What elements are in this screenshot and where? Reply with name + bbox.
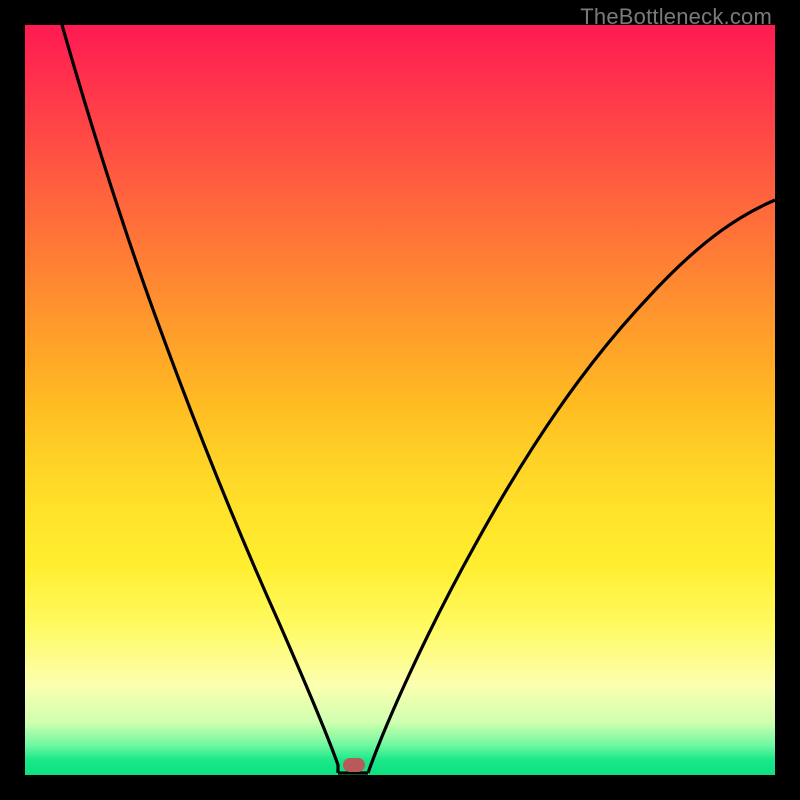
optimum-marker xyxy=(343,758,365,772)
chart-frame: TheBottleneck.com xyxy=(0,0,800,800)
plot-area xyxy=(25,25,775,775)
bottleneck-curve-svg xyxy=(25,25,775,775)
curve-right-branch xyxy=(368,200,775,773)
curve-left-branch xyxy=(62,25,338,773)
